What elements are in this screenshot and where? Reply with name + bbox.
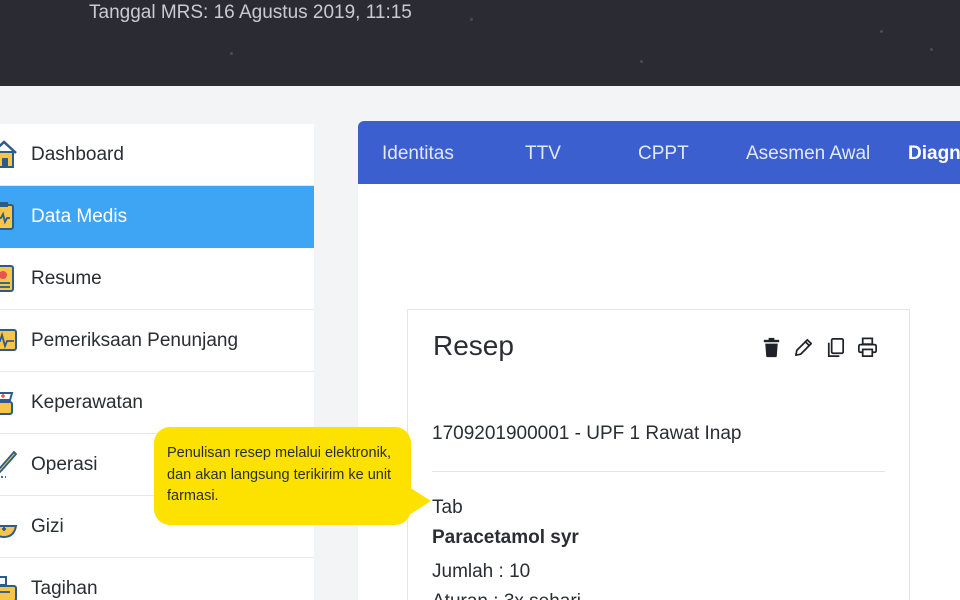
tab-cppt[interactable]: CPPT bbox=[638, 121, 689, 184]
divider bbox=[432, 471, 885, 472]
decor-dot bbox=[230, 52, 233, 55]
clipboard-icon bbox=[0, 202, 14, 230]
sidebar-item-label: Keperawatan bbox=[31, 391, 143, 413]
tab-diagnosis[interactable]: Diagn bbox=[908, 121, 960, 184]
drug-rule: Aturan : 3x sehari bbox=[432, 591, 581, 600]
medical-report-icon bbox=[0, 265, 14, 292]
tab-asesmen-awal[interactable]: Asesmen Awal bbox=[746, 121, 870, 184]
tab-ttv[interactable]: TTV bbox=[525, 121, 561, 184]
sidebar-menu: Dashboard Data Medis Resume Pemeriksaan … bbox=[0, 124, 314, 600]
sidebar-item-tagihan[interactable]: Tagihan bbox=[0, 558, 314, 600]
drug-quantity: Jumlah : 10 bbox=[432, 561, 531, 582]
decor-dot bbox=[880, 30, 883, 33]
decor-dot bbox=[640, 60, 643, 63]
sidebar-item-pemeriksaan-penunjang[interactable]: Pemeriksaan Penunjang bbox=[0, 310, 314, 372]
sidebar-item-label: Data Medis bbox=[31, 205, 128, 227]
prescription-code: 1709201900001 - UPF 1 Rawat Inap bbox=[432, 423, 742, 444]
decor-dot bbox=[930, 48, 933, 51]
sidebar-item-data-medis[interactable]: Data Medis bbox=[0, 186, 314, 248]
sidebar-item-label: Dashboard bbox=[31, 143, 124, 165]
tab-identitas[interactable]: Identitas bbox=[382, 121, 454, 184]
copy-icon[interactable] bbox=[824, 336, 847, 359]
sidebar-item-label: Tagihan bbox=[31, 577, 98, 599]
tab-bar: Identitas TTV CPPT Asesmen Awal Diagn bbox=[358, 121, 960, 184]
cash-register-icon bbox=[0, 576, 17, 600]
prescription-card: Resep 1709201900001 - UPF 1 Rawat Inap T… bbox=[407, 309, 910, 600]
drug-form: Tab bbox=[432, 497, 463, 518]
trash-icon[interactable] bbox=[760, 336, 783, 359]
sidebar-item-resume[interactable]: Resume bbox=[0, 248, 314, 310]
info-tooltip: Penulisan resep melalui elektronik, dan … bbox=[154, 427, 411, 525]
card-actions bbox=[760, 336, 879, 359]
sidebar-item-label: Pemeriksaan Penunjang bbox=[31, 329, 239, 351]
tooltip-pointer bbox=[409, 487, 431, 515]
card-title: Resep bbox=[433, 330, 514, 361]
heart-monitor-icon bbox=[0, 329, 17, 351]
drug-name: Paracetamol syr bbox=[432, 527, 579, 548]
sidebar-item-dashboard[interactable]: Dashboard bbox=[0, 124, 314, 186]
sidebar-item-label: Resume bbox=[31, 267, 102, 289]
admission-date: Tanggal MRS: 16 Agustus 2019, 11:15 bbox=[89, 2, 412, 23]
top-header: Tanggal MRS: 16 Agustus 2019, 11:15 bbox=[0, 0, 960, 86]
house-icon bbox=[0, 140, 17, 168]
decor-dot bbox=[470, 18, 473, 21]
sidebar-item-label: Operasi bbox=[31, 453, 98, 475]
print-icon[interactable] bbox=[856, 336, 879, 359]
pencil-icon[interactable] bbox=[792, 336, 815, 359]
scalpel-icon bbox=[0, 450, 18, 478]
nurse-icon bbox=[0, 392, 14, 415]
sidebar-item-label: Gizi bbox=[31, 515, 64, 537]
nutrition-bowl-icon bbox=[0, 525, 18, 539]
sidebar-item-keperawatan[interactable]: Keperawatan bbox=[0, 372, 314, 434]
